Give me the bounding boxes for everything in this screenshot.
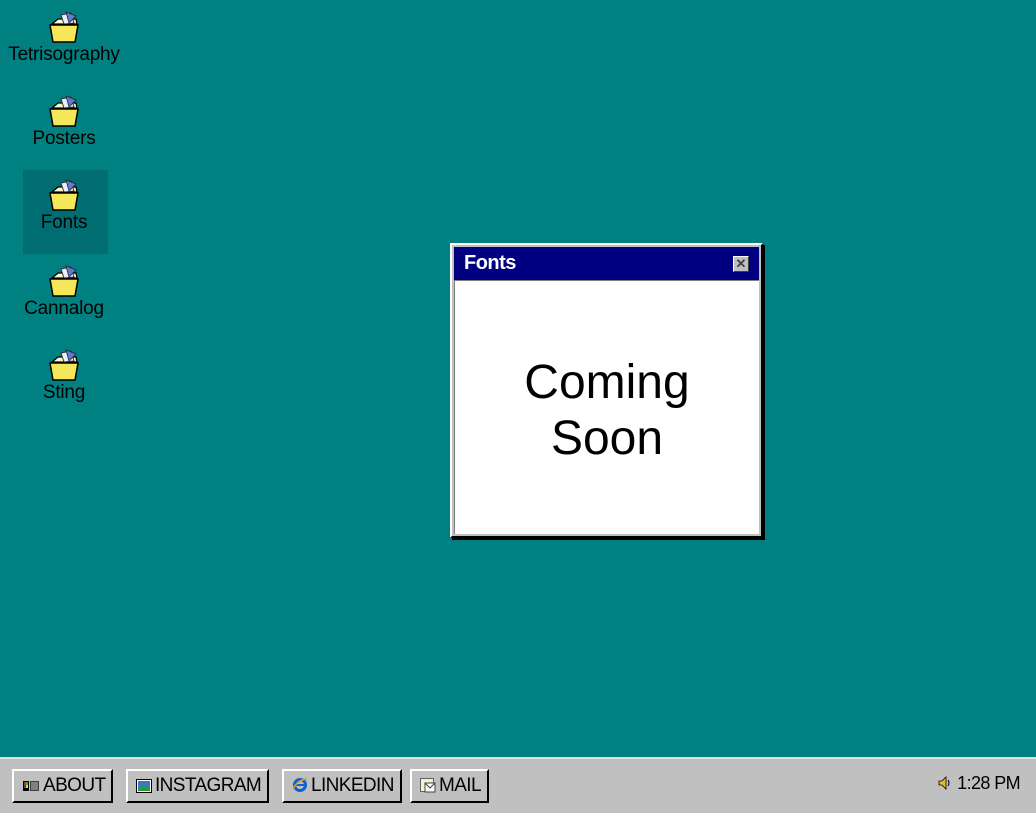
- window-content: Coming Soon: [454, 280, 759, 534]
- message-line: Soon: [550, 412, 664, 465]
- close-button[interactable]: ✕: [733, 256, 749, 272]
- desktop-icon-cannalog[interactable]: Cannalog: [0, 264, 128, 320]
- folder-icon: [49, 349, 79, 381]
- speaker-icon[interactable]: [937, 775, 953, 791]
- system-tray: 1:28 PM: [937, 773, 1021, 794]
- desktop-icon-fonts[interactable]: Fonts: [0, 170, 128, 254]
- desktop-icon-sting[interactable]: Sting: [0, 348, 128, 404]
- mail-button[interactable]: MAIL: [410, 769, 489, 803]
- desktop-icon-tetrisography[interactable]: Tetrisography: [0, 10, 128, 66]
- about-label: ABOUT: [43, 775, 106, 796]
- mail-label: MAIL: [439, 775, 482, 796]
- window-titlebar[interactable]: Fonts ✕: [454, 247, 759, 280]
- desktop-icon-label: Cannalog: [24, 298, 104, 319]
- linkedin-label: LINKEDIN: [311, 775, 394, 796]
- window-title: Fonts: [464, 252, 516, 274]
- about-button[interactable]: ABOUT: [12, 769, 114, 803]
- close-icon: ✕: [735, 256, 747, 271]
- mail-icon: [420, 778, 436, 793]
- message-line: Coming: [524, 356, 690, 409]
- instagram-button[interactable]: INSTAGRAM: [126, 769, 270, 803]
- desktop: Tetrisography Posters Fonts Cannalog Sti…: [0, 0, 1036, 757]
- instagram-icon: [136, 779, 152, 793]
- coming-soon-message: Coming Soon: [455, 355, 759, 467]
- desktop-icon-label: Tetrisography: [8, 44, 120, 65]
- fonts-window: Fonts ✕ Coming Soon: [450, 243, 763, 538]
- desktop-icon-label: Sting: [42, 382, 86, 403]
- about-icon: [23, 781, 39, 791]
- linkedin-icon: [292, 778, 308, 792]
- desktop-icon-posters[interactable]: Posters: [0, 94, 128, 150]
- folder-icon: [49, 95, 79, 127]
- desktop-icon-label: Posters: [32, 128, 96, 149]
- folder-icon: [49, 265, 79, 297]
- desktop-icon-label: Fonts: [40, 212, 88, 233]
- clock[interactable]: 1:28 PM: [957, 773, 1020, 793]
- folder-icon: [49, 11, 79, 43]
- taskbar: ABOUT INSTAGRAM LINKEDIN MAIL 1:28 PM: [0, 757, 1036, 813]
- instagram-label: INSTAGRAM: [155, 775, 262, 796]
- linkedin-button[interactable]: LINKEDIN: [282, 769, 402, 803]
- folder-icon: [49, 179, 79, 211]
